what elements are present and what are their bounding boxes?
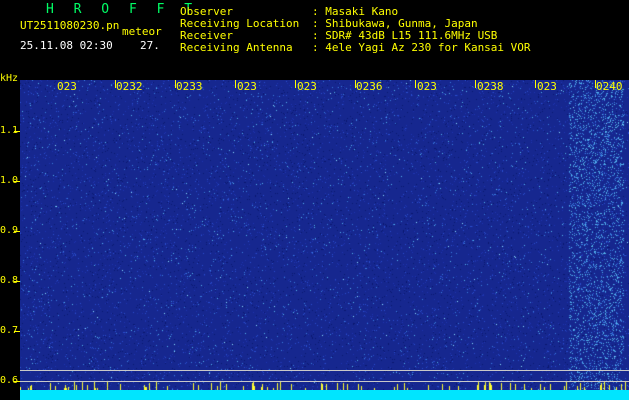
filename-text: UT2511080230.pn xyxy=(20,19,120,32)
time-label: 0232 xyxy=(116,80,143,93)
spectrogram-panel xyxy=(20,80,629,390)
time-tick xyxy=(175,80,176,88)
time-tick xyxy=(415,80,416,88)
meteor-label: meteor xyxy=(122,25,162,38)
header-panel: H R O F F T UT2511080230.pn meteor 25.11… xyxy=(0,0,629,80)
time-label: 0233 xyxy=(176,80,203,93)
time-tick xyxy=(595,80,596,88)
datetime-text: 25.11.08 02:30 xyxy=(20,39,113,52)
time-label: 023 xyxy=(237,80,257,93)
reference-line xyxy=(20,381,629,382)
y-tick xyxy=(14,181,20,182)
spectrogram-noise xyxy=(20,80,629,390)
time-tick xyxy=(535,80,536,88)
time-label: 023 xyxy=(537,80,557,93)
time-label: 023 xyxy=(57,80,77,93)
reference-line xyxy=(20,370,629,371)
antenna-label: Receiving Antenna xyxy=(180,41,293,54)
time-tick xyxy=(235,80,236,88)
y-tick xyxy=(14,331,20,332)
time-label: 023 xyxy=(417,80,437,93)
brand-title: H R O F F T xyxy=(46,2,199,17)
noise-strip xyxy=(20,390,629,400)
y-tick xyxy=(14,231,20,232)
time-label: 0236 xyxy=(356,80,383,93)
y-axis-unit: kHz xyxy=(0,73,19,84)
time-label: 0240 xyxy=(596,80,623,93)
meteor-count: 27. xyxy=(140,39,160,52)
time-tick xyxy=(115,80,116,88)
time-label: 0238 xyxy=(477,80,504,93)
time-tick xyxy=(355,80,356,88)
y-tick xyxy=(14,281,20,282)
y-tick xyxy=(14,131,20,132)
antenna-value: : 4ele Yagi Az 230 for Kansai VOR xyxy=(312,41,531,54)
time-tick xyxy=(295,80,296,88)
time-label: 023 xyxy=(297,80,317,93)
time-tick xyxy=(475,80,476,88)
